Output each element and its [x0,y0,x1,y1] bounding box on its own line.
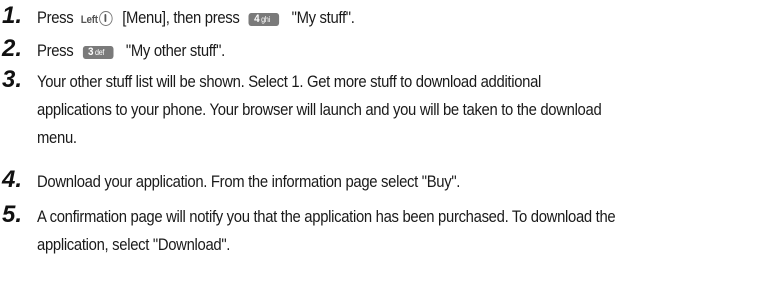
text-line: application, select "Download". [37,236,231,254]
key-digit: 3 [88,46,94,58]
text-line: applications to your phone. Your browser… [37,101,602,119]
text-line: Your other stuff list will be shown. Sel… [37,73,542,91]
step-number: 3. [2,66,23,93]
key-letters: ghi [261,15,270,24]
step-number: 1. [2,2,23,29]
text-segment: "My other stuff". [125,42,225,60]
step-number: 5. [2,201,23,228]
text-segment: Press [37,9,74,27]
step-text: Your other stuff list will be shown. Sel… [37,68,694,152]
step-text: Download your application. From the info… [37,168,694,196]
key-4-icon: 4 ghi [248,13,279,26]
key-digit: 4 [254,13,260,25]
step-text: Press Left [Menu], then press 4 ghi "My s… [37,4,694,34]
text-segment: [Menu], then press [122,9,240,27]
key-3-icon: 3 def [82,46,114,59]
step-text: A confirmation page will notify you that… [37,203,694,259]
step-text: Press 3 def "My other stuff". [37,37,694,65]
step-number: 4. [2,166,23,193]
text-line: Download your application. From the info… [37,173,461,191]
text-segment: Press [37,42,74,60]
text-line: menu. [37,129,77,147]
step-number: 2. [2,35,23,62]
text-line: A confirmation page will notify you that… [37,208,616,226]
left-softkey-label: Left [80,14,98,26]
text-segment: "My stuff". [291,9,355,27]
instruction-list: 1. Press Left [Menu], then press 4 ghi "M… [0,0,775,287]
key-letters: def [95,48,105,57]
left-softkey-icon [99,11,113,26]
